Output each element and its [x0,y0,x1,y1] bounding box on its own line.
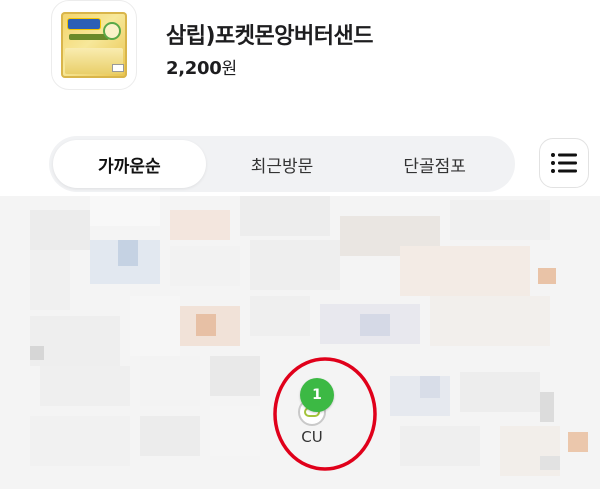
tab-nearest[interactable]: 가까운순 [53,140,206,188]
product-name: 삼립)포켓몬앙버터샌드 [166,24,373,49]
product-price: 2,200원 [166,54,237,79]
price-unit: 원 [221,59,237,79]
store-count-badge[interactable]: 1 [300,378,334,412]
list-icon [551,153,577,173]
tab-favorite-store[interactable]: 단골점포 [358,140,511,188]
product-image [61,12,127,78]
product-thumbnail [51,0,137,90]
price-value: 2,200 [166,58,222,79]
store-label[interactable]: CU [290,428,334,446]
tab-recent-visit[interactable]: 최근방문 [206,140,359,188]
list-view-button[interactable] [539,138,589,188]
sort-segmented-control: 가까운순 최근방문 단골점포 [49,136,515,192]
